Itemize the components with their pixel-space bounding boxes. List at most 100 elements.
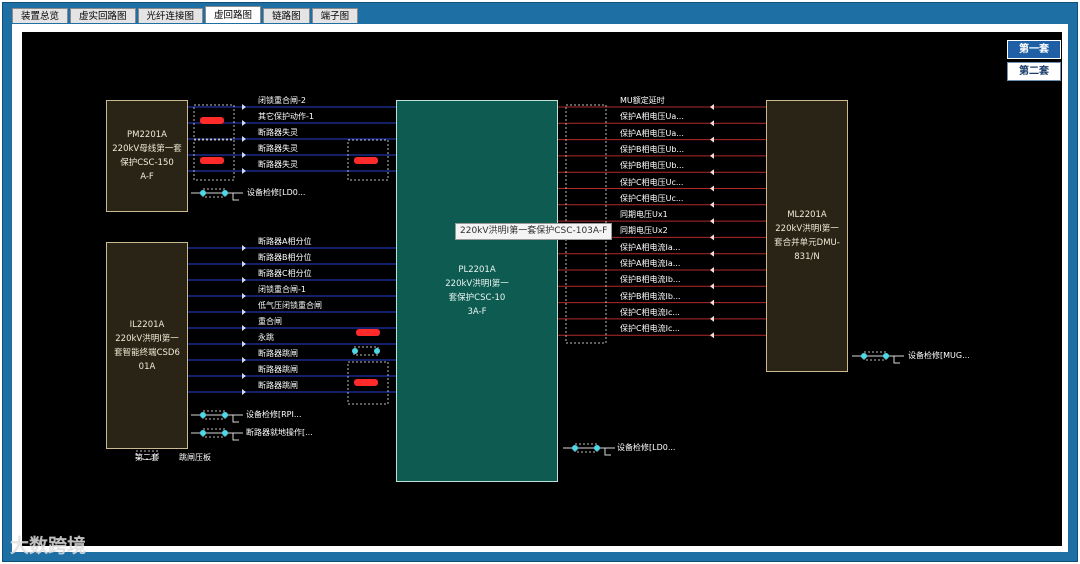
tab-virtual-circuit[interactable]: 虚回路图 xyxy=(205,6,262,23)
signal-top-left-1: 其它保护动作-1 xyxy=(258,112,314,121)
first-set-button[interactable]: 第一套 xyxy=(1007,40,1061,59)
app-window: 装置总览 虚实回路图 光纤连接图 虚回路图 链路图 端子图 PM2201A 22… xyxy=(0,0,1080,564)
wire-arrow-top-2 xyxy=(242,136,246,142)
switch-strap-node-b xyxy=(374,348,380,354)
trip-strap-0 xyxy=(200,117,224,124)
signal-right-0: MU额定延时 xyxy=(620,96,665,105)
switch-il-1-node-b xyxy=(222,412,228,418)
wire-arrow-right-10 xyxy=(710,267,714,273)
second-set-button[interactable]: 第二套 xyxy=(1007,62,1061,81)
wire-arrow-bottom-2 xyxy=(242,277,246,283)
signal-right-10: 保护A相电流Ia... xyxy=(620,259,681,268)
tab-link[interactable]: 链路图 xyxy=(263,8,310,23)
wire-arrow-bottom-7 xyxy=(242,357,246,363)
wire-arrow-bottom-4 xyxy=(242,309,246,315)
trip-strap-label: 跳闸压板 xyxy=(179,453,211,462)
trip-strap-1 xyxy=(200,157,224,164)
device-tooltip: 220kV洪明I第一套保护CSC-103A-F xyxy=(455,223,613,240)
signal-right-14: 保护C相电流Ic... xyxy=(620,324,680,334)
switch-ml-node-b xyxy=(883,353,889,359)
device-il2201a[interactable]: IL2201A 220kV洪明I第一 套智能终端CSD6 01A xyxy=(106,242,188,449)
signal-bottom-left-4: 低气压闭锁重合闸 xyxy=(258,301,322,310)
wire-arrow-bottom-3 xyxy=(242,293,246,299)
signal-right-9: 保护A相电流Ia... xyxy=(620,242,681,252)
signal-bottom-left-0: 断路器A相分位 xyxy=(258,237,312,246)
switch-il-1-lead xyxy=(232,415,239,423)
watermark: 大数跨境 xyxy=(10,535,87,557)
wire-arrow-bottom-9 xyxy=(242,389,246,395)
signal-bottom-left-3: 闭锁重合闸-1 xyxy=(258,285,306,294)
wire-arrow-bottom-8 xyxy=(242,373,246,379)
switch-pl-node-a xyxy=(572,445,578,451)
wire-arrow-right-12 xyxy=(710,299,714,306)
switch-pm-node-b xyxy=(222,190,228,196)
wire-arrow-right-14 xyxy=(710,332,714,339)
switch-ml-node-a xyxy=(861,353,867,359)
wire-arrow-right-4 xyxy=(710,169,714,176)
wire-arrow-right-6 xyxy=(710,201,714,208)
signal-bottom-left-5: 重合闸 xyxy=(258,317,282,326)
signal-top-left-0: 闭锁重合闸-2 xyxy=(258,96,306,105)
switch-ml-lead xyxy=(893,356,900,364)
wire-arrow-right-0 xyxy=(710,104,714,110)
signal-right-4: 保护B相电压Ub... xyxy=(620,161,685,171)
device-ml2201a[interactable]: ML2201A 220kV洪明I第一 套合并单元DMU- 831/N xyxy=(766,100,848,372)
wire-arrow-bottom-5 xyxy=(242,325,246,331)
switch-pl-node-b xyxy=(594,445,600,451)
wire-arrow-top-1 xyxy=(242,120,246,126)
maintenance-label-pl: 设备检修[LD0... xyxy=(617,443,676,452)
device-pm2201a[interactable]: PM2201A 220kV母线第一套 保护CSC-150 A-F xyxy=(106,100,188,212)
wire-arrow-right-11 xyxy=(710,283,714,290)
wire-arrow-top-4 xyxy=(242,168,246,174)
signal-right-2: 保护A相电压Ua... xyxy=(620,128,684,138)
signal-top-left-4: 断路器失灵 xyxy=(258,160,298,169)
signal-right-11: 保护B相电流Ib... xyxy=(620,275,681,285)
signal-bottom-left-8: 断路器跳闸 xyxy=(258,365,298,374)
maintenance-label-il-2: 断路器就地操作[... xyxy=(246,428,313,437)
signal-top-left-3: 断路器失灵 xyxy=(258,144,298,153)
tab-terminal[interactable]: 端子图 xyxy=(311,8,359,23)
trip-strap-2 xyxy=(354,157,378,164)
tab-bar: 装置总览 虚实回路图 光纤连接图 虚回路图 链路图 端子图 xyxy=(12,6,360,24)
signal-bottom-left-6: 永跳 xyxy=(258,333,274,342)
tab-fiber-connection[interactable]: 光纤连接图 xyxy=(137,8,204,23)
tab-device-overview[interactable]: 装置总览 xyxy=(12,8,69,23)
switch-pl-lead xyxy=(604,448,611,456)
wire-arrow-right-5 xyxy=(710,185,714,192)
wire-arrow-bottom-1 xyxy=(242,261,246,267)
signal-right-1: 保护A相电压Ua... xyxy=(620,112,684,122)
signal-bottom-left-7: 断路器跳闸 xyxy=(258,349,298,358)
maintenance-label-pm: 设备检修[LD0... xyxy=(247,188,306,197)
switch-il-2-node-a xyxy=(200,430,206,436)
signal-top-left-2: 断路器失灵 xyxy=(258,128,298,137)
signal-bottom-left-9: 断路器跳闸 xyxy=(258,381,298,390)
switch-il-2-node-b xyxy=(222,430,228,436)
wire-arrow-right-3 xyxy=(710,152,714,159)
set-two-label: 第二套 xyxy=(135,453,159,462)
signal-right-3: 保护B相电压Ub... xyxy=(620,144,685,154)
switch-pm-node-a xyxy=(200,190,206,196)
signal-bottom-left-2: 断路器C相分位 xyxy=(258,269,312,278)
wire-arrow-bottom-0 xyxy=(242,245,246,251)
signal-right-13: 保护C相电流Ic... xyxy=(620,307,680,317)
signal-right-8: 同期电压Ux2 xyxy=(620,226,668,236)
wire-arrow-right-13 xyxy=(710,315,714,322)
signal-right-7: 同期电压Ux1 xyxy=(620,210,668,220)
switch-pm-lead xyxy=(232,193,239,201)
wire-arrow-right-7 xyxy=(710,218,714,225)
signal-right-12: 保护B相电流Ib... xyxy=(620,291,681,301)
device-pl2201a[interactable]: PL2201A 220kV洪明I第一 套保护CSC-10 3A-F xyxy=(396,100,558,482)
wire-arrow-top-0 xyxy=(242,104,246,110)
wire-arrow-top-3 xyxy=(242,152,246,158)
diagram-canvas: PM2201A 220kV母线第一套 保护CSC-150 A-F IL2201A… xyxy=(22,32,1062,546)
signal-right-5: 保护C相电压Uc... xyxy=(620,177,684,187)
maintenance-label-il-1: 设备检修[RPI... xyxy=(246,410,302,419)
wire-arrow-right-2 xyxy=(710,136,714,143)
wire-arrow-bottom-6 xyxy=(242,341,246,347)
wire-arrow-right-8 xyxy=(710,234,714,241)
maintenance-label-ml: 设备检修[MUG... xyxy=(908,351,970,360)
signal-right-6: 保护C相电压Uc... xyxy=(620,193,684,203)
tab-real-virtual-circuit[interactable]: 虚实回路图 xyxy=(70,8,136,23)
switch-il-1-node-a xyxy=(200,412,206,418)
switch-strap-node-a xyxy=(352,348,358,354)
